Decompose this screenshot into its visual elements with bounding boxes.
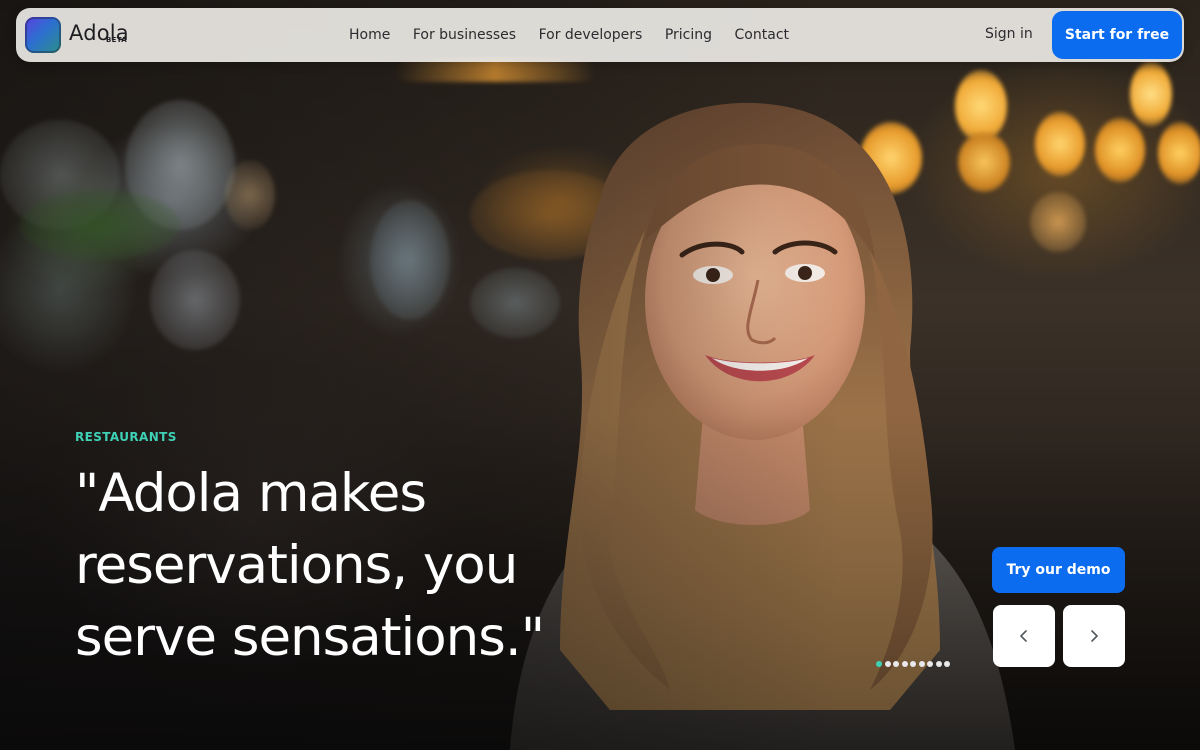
carousel-dot[interactable] <box>935 661 942 667</box>
carousel-dot[interactable] <box>918 661 925 667</box>
carousel-dot[interactable] <box>876 661 882 667</box>
chevron-left-icon <box>1020 630 1027 642</box>
start-for-free-button[interactable]: Start for free <box>1052 11 1182 59</box>
nav-link-pricing[interactable]: Pricing <box>665 27 712 43</box>
carousel-prev-button[interactable] <box>993 605 1055 667</box>
carousel-dot[interactable] <box>927 661 933 667</box>
carousel-dot[interactable] <box>884 661 891 667</box>
carousel-dot[interactable] <box>944 661 950 667</box>
carousel-next-button[interactable] <box>1063 605 1125 667</box>
hero-quote-line: serve sensations." <box>75 607 545 668</box>
carousel-dot[interactable] <box>893 661 899 667</box>
chevron-right-icon <box>1091 630 1098 642</box>
beta-badge: BETA <box>106 36 127 44</box>
nav-links: Home For businesses For developers Prici… <box>349 8 812 62</box>
try-demo-button[interactable]: Try our demo <box>992 547 1125 593</box>
brand-logo[interactable]: Adola <box>25 16 129 54</box>
nav-link-for-businesses[interactable]: For businesses <box>413 27 516 43</box>
hero-quote: "Adola makes reservations, you serve sen… <box>75 458 595 674</box>
nav-link-home[interactable]: Home <box>349 27 390 43</box>
sign-in-link[interactable]: Sign in <box>985 26 1033 42</box>
hero-category-label: RESTAURANTS <box>75 430 177 444</box>
nav-link-contact[interactable]: Contact <box>735 27 789 43</box>
carousel-dot[interactable] <box>910 661 916 667</box>
carousel-pagination <box>876 661 953 667</box>
nav-link-for-developers[interactable]: For developers <box>539 27 643 43</box>
hero-quote-line: reservations, you <box>75 535 518 596</box>
logo-icon <box>25 17 61 53</box>
hero-quote-line: "Adola makes <box>75 463 427 524</box>
carousel-dot[interactable] <box>901 661 908 667</box>
top-navbar: Adola BETA Home For businesses For devel… <box>16 8 1184 62</box>
